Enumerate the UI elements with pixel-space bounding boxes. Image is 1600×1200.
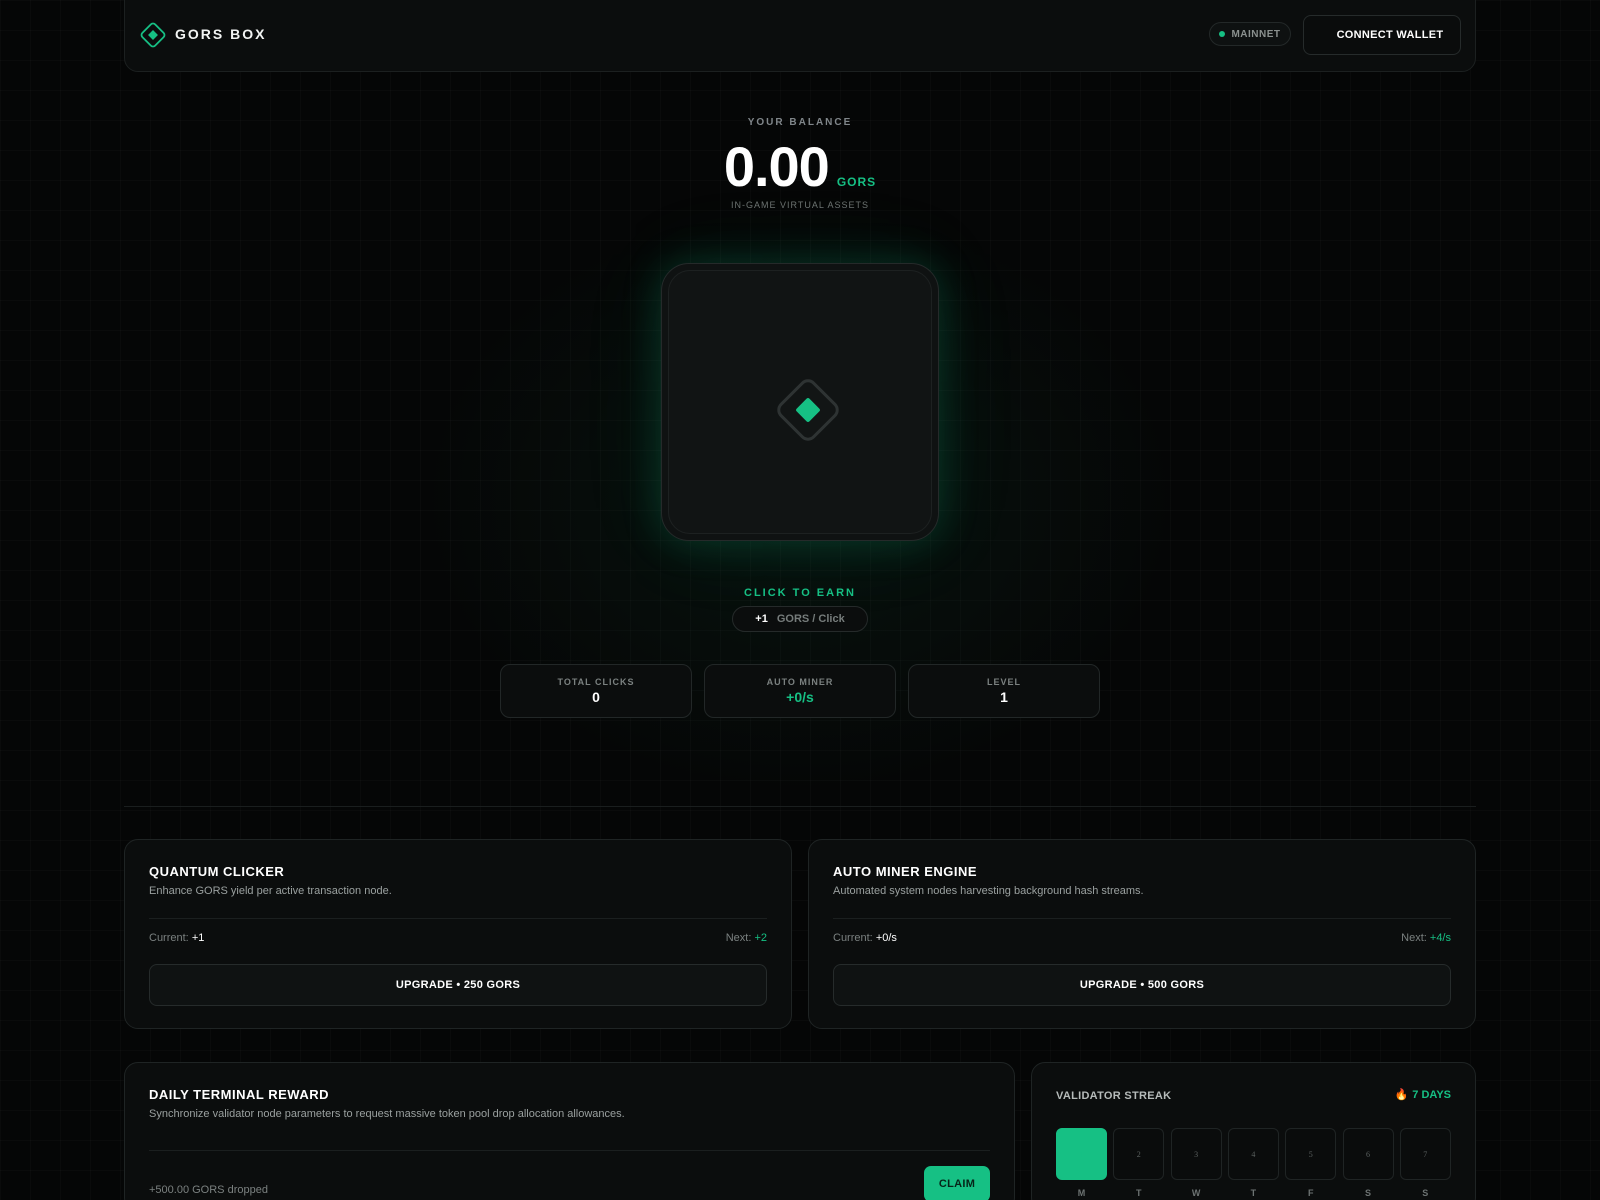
card-title: QUANTUM CLICKER xyxy=(149,864,285,879)
streak-day-letter: M xyxy=(1077,1188,1086,1198)
balance-value: 0.00 xyxy=(723,135,830,198)
current-value: Current: +0/s xyxy=(833,932,897,944)
streak-day-letter: S xyxy=(1364,1188,1371,1198)
diamond-icon xyxy=(777,379,839,441)
per-click-badge: +1 GORS / Click xyxy=(732,606,868,632)
streak-day-letter: T xyxy=(1136,1188,1142,1198)
upgrade-card-auto-miner: AUTO MINER ENGINE Automated system nodes… xyxy=(808,839,1476,1029)
section-divider xyxy=(124,806,1476,807)
network-label: MAINNET xyxy=(1231,28,1281,40)
stat-level: LEVEL 1 xyxy=(908,664,1100,718)
card-description: Automated system nodes harvesting backgr… xyxy=(833,885,1144,897)
network-status-dot xyxy=(1219,31,1226,37)
click-box-inner xyxy=(668,270,932,534)
card-description: Synchronize validator node parameters to… xyxy=(149,1108,625,1120)
per-click-value: +1 xyxy=(755,613,768,625)
upgrade-card-quantum-clicker: QUANTUM CLICKER Enhance GORS yield per a… xyxy=(124,839,792,1029)
next-value: Next: +2 xyxy=(725,932,767,944)
stat-value: 0 xyxy=(592,689,600,705)
per-click-unit: GORS / Click xyxy=(776,613,845,625)
card-separator xyxy=(833,918,1451,919)
streak-day-box: 1 xyxy=(1056,1128,1107,1180)
click-earn-box[interactable] xyxy=(661,263,939,541)
connect-wallet-button[interactable]: CONNECT WALLET xyxy=(1303,15,1461,55)
streak-day-letter: S xyxy=(1422,1188,1429,1198)
brand-name: GORS BOX xyxy=(175,26,267,42)
next-value: Next: +4/s xyxy=(1401,932,1451,944)
top-header: GORS BOX MAINNET CONNECT WALLET xyxy=(124,0,1476,72)
stat-auto-miner: AUTO MINER +0/s xyxy=(704,664,896,718)
streak-days-badge: 🔥 7 DAYS xyxy=(1394,1088,1451,1102)
stat-label: AUTO MINER xyxy=(766,677,834,687)
stat-value: +0/s xyxy=(786,689,814,705)
card-separator xyxy=(149,918,767,919)
streak-day-box: 3 xyxy=(1170,1128,1222,1180)
stat-value: 1 xyxy=(1000,689,1008,705)
streak-day-letter: W xyxy=(1191,1188,1201,1198)
flame-icon: 🔥 xyxy=(1394,1089,1409,1101)
card-title: DAILY TERMINAL REWARD xyxy=(149,1087,329,1102)
upgrade-miner-button[interactable]: UPGRADE • 500 GORS xyxy=(833,964,1451,1006)
balance-unit: GORS xyxy=(836,175,877,189)
card-title: AUTO MINER ENGINE xyxy=(833,864,978,879)
balance-label: YOUR BALANCE xyxy=(747,117,853,128)
click-to-earn-label: CLICK TO EARN xyxy=(744,587,856,599)
current-value: Current: +1 xyxy=(149,932,205,944)
streak-day-box: 4 xyxy=(1227,1128,1279,1180)
logo-diamond-icon xyxy=(140,22,166,48)
validator-streak-card: VALIDATOR STREAK 🔥 7 DAYS 1 M 2 T 3 W 4 T 5 F 6 S 7 S xyxy=(1031,1062,1476,1200)
streak-day-box: 7 xyxy=(1399,1128,1451,1180)
streak-day-letter: T xyxy=(1250,1188,1257,1198)
streak-day-letter: F xyxy=(1307,1188,1314,1198)
network-badge: MAINNET xyxy=(1209,22,1291,46)
streak-day-box: 5 xyxy=(1285,1128,1337,1180)
daily-reward-card: DAILY TERMINAL REWARD Synchronize valida… xyxy=(124,1062,1015,1200)
streak-title: VALIDATOR STREAK xyxy=(1056,1090,1172,1102)
stat-label: LEVEL xyxy=(986,677,1021,687)
card-separator xyxy=(149,1150,990,1151)
streak-day-box: 6 xyxy=(1342,1128,1394,1180)
streak-days-label: 7 DAYS xyxy=(1412,1088,1451,1101)
balance-row: 0.00 GORS xyxy=(600,134,1000,199)
card-description: Enhance GORS yield per active transactio… xyxy=(149,885,392,897)
balance-subtitle: IN-GAME VIRTUAL ASSETS xyxy=(730,200,870,210)
streak-day-box: 2 xyxy=(1113,1128,1165,1180)
stat-label: TOTAL CLICKS xyxy=(557,677,635,687)
claim-button[interactable]: CLAIM xyxy=(924,1166,990,1200)
dropped-amount: +500.00 GORS dropped xyxy=(149,1184,268,1196)
stat-total-clicks: TOTAL CLICKS 0 xyxy=(500,664,692,718)
upgrade-clicker-button[interactable]: UPGRADE • 250 GORS xyxy=(149,964,767,1006)
